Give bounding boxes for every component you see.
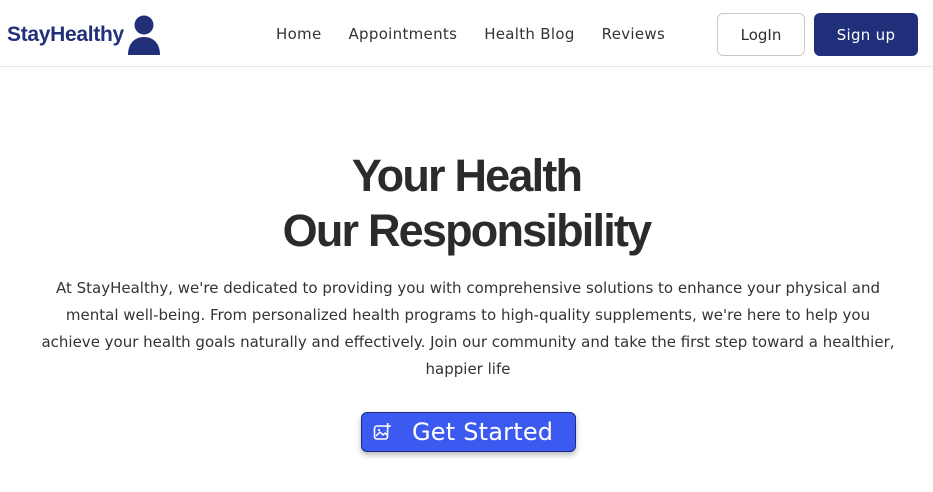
get-started-label: Get Started — [412, 418, 554, 446]
nav-link-health-blog[interactable]: Health Blog — [484, 25, 574, 43]
signup-button[interactable]: Sign up — [814, 13, 918, 56]
nav-links: Home Appointments Health Blog Reviews — [276, 24, 692, 43]
nav-link-reviews[interactable]: Reviews — [602, 25, 665, 43]
brand-name: StayHealthy — [7, 23, 124, 46]
hero-title-line2: Our Responsibility — [282, 205, 652, 256]
hero-title-line1: Your Health — [351, 150, 583, 201]
login-button[interactable]: LogIn — [717, 13, 805, 56]
user-avatar-icon — [127, 15, 160, 55]
image-add-icon — [373, 423, 391, 440]
nav-link-appointments[interactable]: Appointments — [349, 25, 458, 43]
get-started-button[interactable]: Get Started — [361, 412, 576, 452]
brand-logo-link[interactable]: StayHealthy — [7, 14, 162, 56]
nav-link-home[interactable]: Home — [276, 25, 322, 43]
navbar: StayHealthy Home Appointments Health Blo… — [0, 0, 933, 67]
hero-description: At StayHealthy, we're dedicated to provi… — [41, 279, 895, 378]
hero-title: Your Health Our Responsibility — [0, 148, 933, 258]
